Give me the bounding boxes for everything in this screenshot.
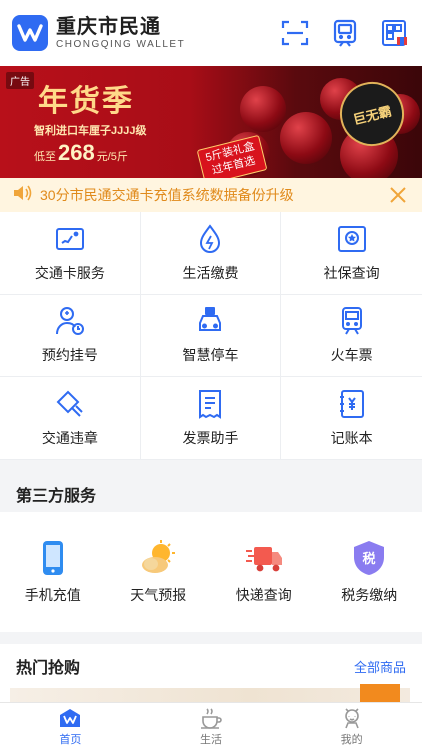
service-label: 记账本 <box>330 430 373 447</box>
app-logo-icon <box>12 15 48 51</box>
ledger-book-icon <box>339 390 364 419</box>
service-invoice-assistant[interactable]: 发票助手 <box>140 377 282 460</box>
tab-label: 我的 <box>340 733 363 746</box>
notice-bar[interactable]: 30分市民通交通卡充值系统数据备份升级 <box>0 178 422 212</box>
third-party-delivery[interactable]: 快递查询 <box>236 539 292 605</box>
speaker-icon <box>12 184 32 207</box>
third-party-label: 手机充值 <box>24 587 81 603</box>
coffee-cup-icon <box>201 707 222 729</box>
svg-text:税: 税 <box>363 551 376 567</box>
service-label: 火车票 <box>330 347 373 364</box>
service-label: 交通卡服务 <box>34 264 105 281</box>
service-label: 智慧停车 <box>182 347 239 364</box>
brand-name: 重庆市民通 CHONGQING WALLET <box>56 17 185 50</box>
service-ledger-book[interactable]: 记账本 <box>281 377 422 460</box>
transit-card-icon <box>55 227 84 250</box>
svg-text:P: P <box>208 309 213 316</box>
service-label: 发票助手 <box>182 430 239 447</box>
invoice-icon <box>199 390 222 420</box>
tab-home[interactable]: 首页 <box>0 703 141 750</box>
parking-car-icon: P <box>199 307 222 332</box>
tab-mine[interactable]: 我的 <box>281 703 422 750</box>
banner-gift-tag: 5斤装礼盒 过年首选 <box>196 134 268 178</box>
third-party-tax[interactable]: 税 税务缴纳 <box>341 539 397 605</box>
third-party-label: 天气预报 <box>130 587 187 603</box>
bus-card-icon[interactable] <box>330 18 360 48</box>
close-icon[interactable] <box>386 183 410 207</box>
home-icon <box>60 708 81 727</box>
all-products-link[interactable]: 全部商品 <box>354 657 406 676</box>
payment-code-icon[interactable] <box>380 18 410 48</box>
banner-title: 年货季 <box>38 84 134 119</box>
third-party-services: 手机充值 天气预报 快递查询 税 税务缴纳 <box>0 512 422 632</box>
banner-price-line: 低至268 元/5斤 <box>34 140 128 165</box>
service-transit-card[interactable]: 交通卡服务 <box>0 212 141 295</box>
service-doctor-appointment[interactable]: 预约挂号 <box>0 294 141 378</box>
service-traffic-violation[interactable]: 交通违章 <box>0 377 141 460</box>
brand-name-cn: 重庆市民通 <box>56 15 161 38</box>
delivery-truck-icon <box>245 547 282 572</box>
weather-icon <box>142 540 176 573</box>
tab-label: 生活 <box>200 733 222 746</box>
user-avatar-icon <box>344 707 359 728</box>
train-ticket-icon <box>341 307 362 335</box>
third-party-phone-recharge[interactable]: 手机充值 <box>25 539 81 605</box>
hot-sale-header: 热门抢购 全部商品 <box>0 644 422 688</box>
service-social-security[interactable]: 社保查询 <box>281 212 422 295</box>
tab-life[interactable]: 生活 <box>141 703 282 750</box>
scan-icon[interactable] <box>280 18 310 48</box>
social-security-icon <box>337 225 366 252</box>
utility-bill-icon <box>200 224 221 253</box>
third-party-title: 第三方服务 <box>16 488 97 505</box>
notice-text: 30分市民通交通卡充值系统数据备份升级 <box>40 187 294 203</box>
doctor-appointment-icon <box>55 307 84 336</box>
traffic-violation-icon <box>56 390 83 417</box>
tax-icon: 税 <box>354 541 385 575</box>
service-grid: 交通卡服务 生活缴费 社保查询 预约挂号 P 智慧停车 火车票 交通违章 发票助… <box>0 212 422 460</box>
tab-label: 首页 <box>59 733 82 746</box>
third-party-label: 税务缴纳 <box>341 587 398 603</box>
service-utility-bill[interactable]: 生活缴费 <box>140 212 282 295</box>
hot-sale-title: 热门抢购 <box>16 660 81 677</box>
third-party-label: 快递查询 <box>235 587 292 603</box>
bottom-tab-bar: 首页 生活 我的 <box>0 702 422 750</box>
phone-recharge-icon <box>42 541 63 575</box>
service-label: 预约挂号 <box>41 347 98 364</box>
top-bar: 重庆市民通 CHONGQING WALLET <box>0 0 422 66</box>
service-smart-parking[interactable]: P 智慧停车 <box>140 294 282 378</box>
service-label: 交通违章 <box>41 430 98 447</box>
service-train-ticket[interactable]: 火车票 <box>281 295 422 378</box>
brand-name-en: CHONGQING WALLET <box>56 38 186 50</box>
service-label: 社保查询 <box>323 264 380 281</box>
ad-tag: 广告 <box>6 72 34 89</box>
promo-banner[interactable]: 广告 年货季 智利进口车厘子JJJJ级 低至268 元/5斤 5斤装礼盒 过年首选 … <box>0 66 422 178</box>
hot-sale-preview[interactable] <box>0 684 422 702</box>
service-label: 生活缴费 <box>182 264 239 281</box>
banner-subtitle: 智利进口车厘子JJJJ级 <box>34 125 147 137</box>
third-party-weather[interactable]: 天气预报 <box>130 539 186 605</box>
